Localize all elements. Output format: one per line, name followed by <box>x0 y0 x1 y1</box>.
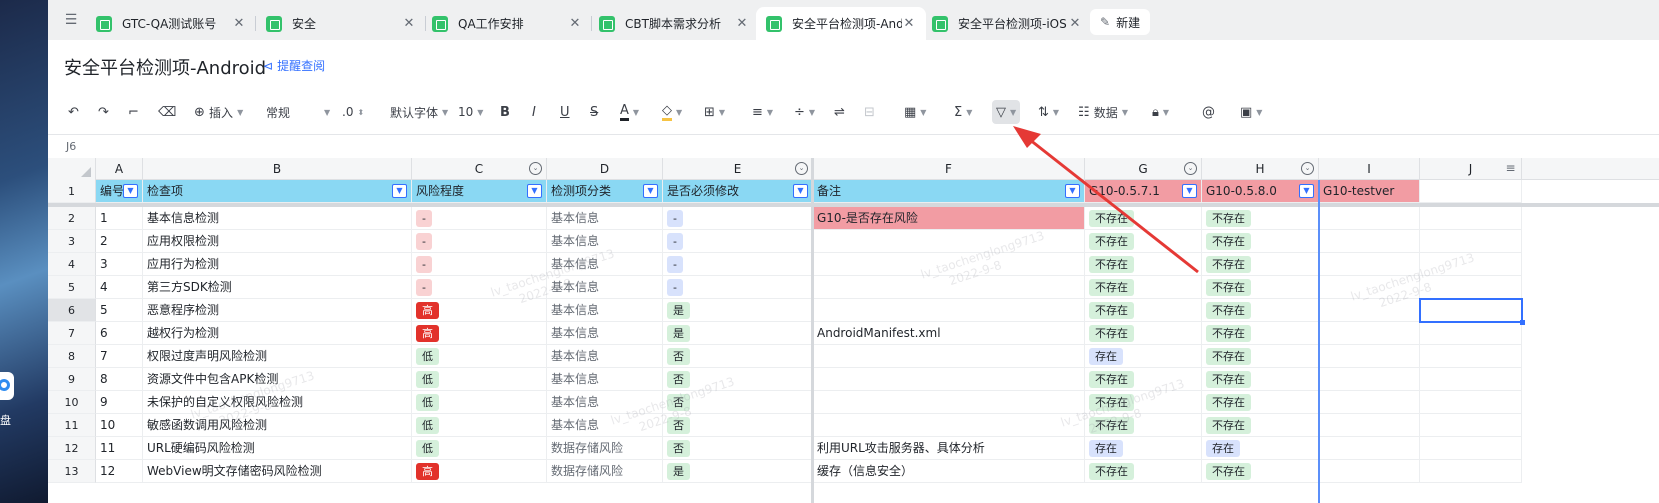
desktop-app-icon[interactable] <box>0 372 14 400</box>
desktop-background: 盘 <box>0 0 48 503</box>
desktop-app-label: 盘 <box>0 414 11 427</box>
spreadsheet-app: ☰ GTC-QA测试账号 ✕ 安全 ✕ QA工作安排 ✕ CBT脚本需求分析 ✕… <box>48 0 1659 503</box>
annotation-arrow <box>1013 126 1199 274</box>
